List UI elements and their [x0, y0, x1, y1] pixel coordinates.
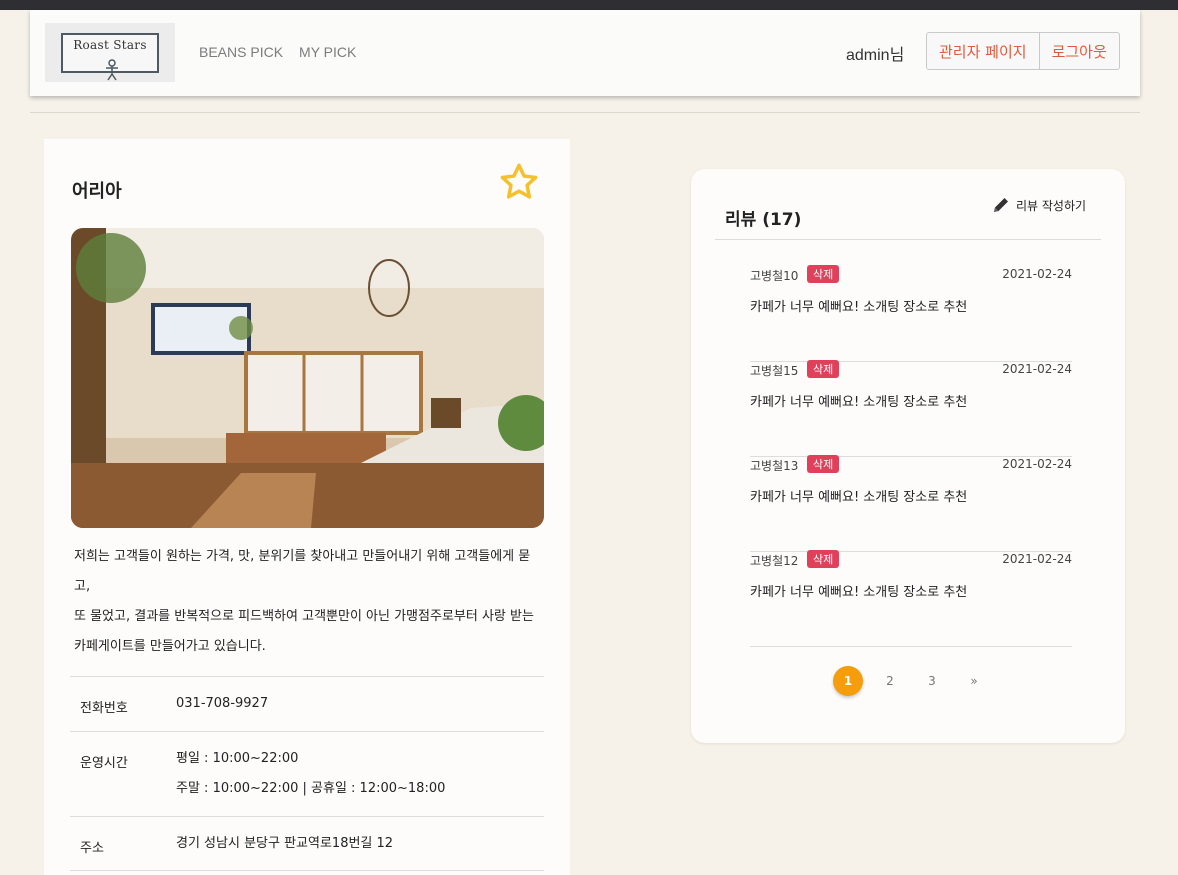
review-author: 고병철10 [750, 269, 799, 283]
review-date: 2021-02-24 [1002, 267, 1072, 281]
logout-button[interactable]: 로그아웃 [1039, 32, 1120, 70]
review-item: 고병철10 삭제 2021-02-24 카페가 너무 예뻐요! 소개팅 장소로 … [750, 265, 1072, 362]
page-1-button[interactable]: 1 [833, 666, 863, 696]
user-greeting: admin님 [846, 47, 905, 64]
info-row-address: 주소 경기 성남시 분당구 판교역로18번길 12 [70, 816, 544, 871]
logo-text: Roast Stars [73, 37, 147, 52]
review-author: 고병철13 [750, 459, 799, 473]
header-divider [30, 112, 1140, 113]
review-author: 고병철15 [750, 364, 799, 378]
review-text: 카페가 너무 예뻐요! 소개팅 장소로 추천 [750, 395, 968, 410]
next-page-button[interactable]: » [959, 666, 989, 696]
info-row-hours: 운영시간 평일 : 10:00~22:00 주말 : 10:00~22:00 |… [70, 731, 544, 816]
review-date: 2021-02-24 [1002, 552, 1072, 566]
pagination: 1 2 3 » [833, 666, 1001, 696]
cafe-detail-card: 어리아 저희는 고객들이 원하는 가격, 맛, 분위기를 찾아내고 만들어내기 … [44, 139, 570, 875]
review-date: 2021-02-24 [1002, 457, 1072, 471]
description-line: 카페게이트를 만들어가고 있습니다. [74, 639, 266, 654]
hours-weekend: 주말 : 10:00~22:00 | 공휴일 : 12:00~18:00 [176, 781, 446, 796]
description-line: 또 물었고, 결과를 반복적으로 피드백하여 고객뿐만이 아닌 가맹점주로부터 … [74, 609, 534, 624]
review-text: 카페가 너무 예뻐요! 소개팅 장소로 추천 [750, 490, 968, 505]
cafe-description: 저희는 고객들이 원하는 가격, 맛, 분위기를 찾아내고 만들어내기 위해 고… [74, 542, 544, 662]
review-title: 리뷰 (17) [725, 210, 802, 230]
browser-top-strip [0, 0, 1178, 10]
cafe-photo [71, 228, 544, 528]
address-label: 주소 [80, 841, 104, 856]
header-button-group: 관리자 페이지 로그아웃 [926, 32, 1120, 70]
review-text: 카페가 너무 예뻐요! 소개팅 장소로 추천 [750, 585, 968, 600]
review-author: 고병철12 [750, 554, 799, 568]
hours-value: 평일 : 10:00~22:00 주말 : 10:00~22:00 | 공휴일 … [176, 744, 445, 804]
logo-box: Roast Stars [61, 32, 159, 80]
write-review-label: 리뷰 작성하기 [1016, 198, 1087, 213]
logo[interactable]: Roast Stars [45, 23, 175, 82]
nav-beans-pick[interactable]: BEANS PICK [199, 44, 283, 60]
review-text: 카페가 너무 예뻐요! 소개팅 장소로 추천 [750, 300, 968, 315]
hours-label: 운영시간 [80, 756, 128, 771]
delete-review-button[interactable]: 삭제 [807, 455, 840, 473]
hours-weekday: 평일 : 10:00~22:00 [176, 751, 299, 766]
delete-review-button[interactable]: 삭제 [807, 265, 840, 283]
pencil-icon [994, 198, 1008, 212]
star-outline-icon[interactable] [498, 161, 540, 203]
logo-figure-icon [106, 58, 118, 80]
page-3-button[interactable]: 3 [917, 666, 947, 696]
site-header: Roast Stars BEANS PICK MY PICK admin님 관리… [30, 10, 1140, 96]
delete-review-button[interactable]: 삭제 [807, 360, 840, 378]
address-value: 경기 성남시 분당구 판교역로18번길 12 [176, 836, 394, 851]
review-item: 고병철12 삭제 2021-02-24 카페가 너무 예뻐요! 소개팅 장소로 … [750, 550, 1072, 647]
review-header-divider [715, 239, 1101, 240]
info-row-phone: 전화번호 031-708-9927 [70, 676, 544, 731]
cafe-name: 어리아 [72, 181, 122, 202]
review-card: 리뷰 (17) 리뷰 작성하기 고병철10 삭제 2021-02-24 카페가 … [691, 169, 1125, 743]
phone-value: 031-708-9927 [176, 696, 269, 711]
review-item: 고병철13 삭제 2021-02-24 카페가 너무 예뻐요! 소개팅 장소로 … [750, 455, 1072, 552]
write-review-button[interactable]: 리뷰 작성하기 [991, 195, 1086, 215]
delete-review-button[interactable]: 삭제 [807, 550, 840, 568]
main-nav: BEANS PICK MY PICK [199, 44, 356, 60]
review-date: 2021-02-24 [1002, 362, 1072, 376]
review-item: 고병철15 삭제 2021-02-24 카페가 너무 예뻐요! 소개팅 장소로 … [750, 360, 1072, 457]
nav-my-pick[interactable]: MY PICK [299, 44, 356, 60]
description-line: 고, [74, 579, 91, 594]
page-2-button[interactable]: 2 [875, 666, 905, 696]
admin-page-button[interactable]: 관리자 페이지 [926, 32, 1040, 70]
description-line: 저희는 고객들이 원하는 가격, 맛, 분위기를 찾아내고 만들어내기 위해 고… [74, 549, 531, 564]
phone-label: 전화번호 [80, 701, 128, 716]
